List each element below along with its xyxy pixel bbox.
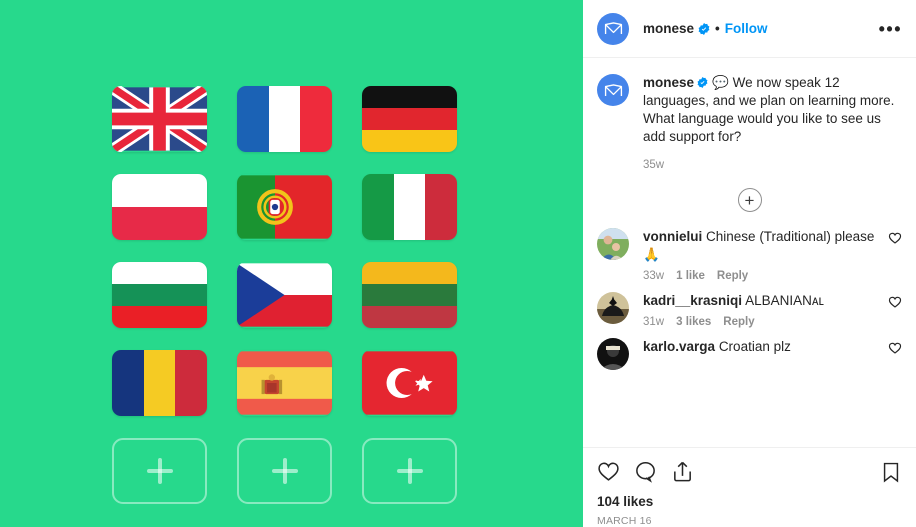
comment-username[interactable]: karlo.varga xyxy=(643,339,715,354)
verified-badge-icon xyxy=(697,75,709,88)
comment-body: kadri__krasniqi ALBANIANᴀʟ 31w 3 likes R… xyxy=(643,292,888,328)
comment-avatar[interactable] xyxy=(597,338,629,370)
comments-scroll-area[interactable]: monese 💬 We now speak 12 languages, and … xyxy=(583,58,916,447)
comment-like-icon[interactable] xyxy=(888,231,902,245)
comment-avatar[interactable] xyxy=(597,228,629,260)
comment-item: karlo.varga Croatian plz xyxy=(583,328,916,370)
verified-badge-icon xyxy=(698,22,710,35)
comment-likes[interactable]: 1 like xyxy=(676,270,705,282)
comment-username[interactable]: vonnielui xyxy=(643,229,702,244)
header-username[interactable]: monese xyxy=(643,21,694,36)
caption-emoji: 💬 xyxy=(712,75,729,90)
comment-like-icon[interactable] xyxy=(888,295,902,309)
flag-placeholder-3[interactable] xyxy=(362,438,457,504)
comment-body: karlo.varga Croatian plz xyxy=(643,338,888,370)
flag-placeholder-2[interactable] xyxy=(237,438,332,504)
plus-icon xyxy=(146,458,173,484)
post-header: monese • Follow ••• xyxy=(583,0,916,58)
comment-text-line: karlo.varga Croatian plz xyxy=(643,338,888,356)
flag-grid xyxy=(112,86,472,508)
plus-icon xyxy=(271,458,298,484)
action-icons-row xyxy=(597,456,902,492)
comment-text-line: kadri__krasniqi ALBANIANᴀʟ xyxy=(643,292,888,310)
comment-time: 31w xyxy=(643,316,665,328)
flag-bulgaria xyxy=(112,262,207,328)
flag-united-kingdom xyxy=(112,86,207,152)
comment-reply-button[interactable]: Reply xyxy=(723,316,754,328)
comment-body: vonnielui Chinese (Traditional) please 🙏… xyxy=(643,228,888,282)
flag-turkey xyxy=(362,350,457,416)
comment-item: kadri__krasniqi ALBANIANᴀʟ 31w 3 likes R… xyxy=(583,282,916,328)
post-date: MARCH 16 xyxy=(597,515,652,527)
caption-avatar[interactable] xyxy=(597,74,629,106)
bookmark-icon[interactable] xyxy=(880,461,902,488)
comment-meta: 33w 1 like Reply xyxy=(643,270,888,282)
comment-text: Croatian plz xyxy=(718,339,791,354)
comment-text-line: vonnielui Chinese (Traditional) please 🙏 xyxy=(643,228,888,264)
header-separator: • xyxy=(715,21,720,36)
caption-line: monese 💬 We now speak 12 languages, and … xyxy=(643,74,902,146)
monese-logo-icon xyxy=(604,22,622,35)
flag-italy xyxy=(362,174,457,240)
flag-portugal xyxy=(237,174,332,240)
flag-poland xyxy=(112,174,207,240)
caption-body: monese 💬 We now speak 12 languages, and … xyxy=(643,74,902,174)
flag-lithuania xyxy=(362,262,457,328)
more-options-button[interactable]: ••• xyxy=(879,20,902,38)
monese-logo-icon xyxy=(604,83,622,96)
load-more-comments-button[interactable] xyxy=(737,188,762,212)
caption-username[interactable]: monese xyxy=(643,75,694,90)
likes-count[interactable]: 104 likes xyxy=(597,494,902,509)
caption-timestamp: 35w xyxy=(643,159,665,171)
comment-meta: 31w 3 likes Reply xyxy=(643,316,888,328)
header-username-group: monese • Follow xyxy=(643,21,768,36)
share-icon[interactable] xyxy=(671,460,694,488)
post-sidebar: monese • Follow ••• monese 💬 We now spea… xyxy=(583,0,916,527)
flag-germany xyxy=(362,86,457,152)
comment-like-icon[interactable] xyxy=(888,341,902,355)
follow-button[interactable]: Follow xyxy=(725,21,768,36)
flag-placeholder-1[interactable] xyxy=(112,438,207,504)
flag-spain xyxy=(237,350,332,416)
caption-block: monese 💬 We now speak 12 languages, and … xyxy=(583,58,916,174)
comment-reply-button[interactable]: Reply xyxy=(717,270,748,282)
comment-item: vonnielui Chinese (Traditional) please 🙏… xyxy=(583,218,916,282)
flag-france xyxy=(237,86,332,152)
plus-icon xyxy=(396,458,423,484)
avatar[interactable] xyxy=(597,12,629,45)
post-image[interactable] xyxy=(0,0,583,527)
instagram-post: monese • Follow ••• monese 💬 We now spea… xyxy=(0,0,916,527)
flag-czech-republic xyxy=(237,262,332,328)
heart-icon[interactable] xyxy=(597,460,620,488)
comment-avatar[interactable] xyxy=(597,292,629,324)
comment-likes[interactable]: 3 likes xyxy=(676,316,711,328)
comment-time: 33w xyxy=(643,270,665,282)
comment-username[interactable]: kadri__krasniqi xyxy=(643,293,742,308)
load-more-comments-row xyxy=(583,188,916,212)
comment-bubble-icon[interactable] xyxy=(634,460,657,488)
post-actions: 104 likes MARCH 16 xyxy=(583,447,916,527)
comment-text: ALBANIANᴀʟ xyxy=(745,293,825,308)
flag-romania xyxy=(112,350,207,416)
